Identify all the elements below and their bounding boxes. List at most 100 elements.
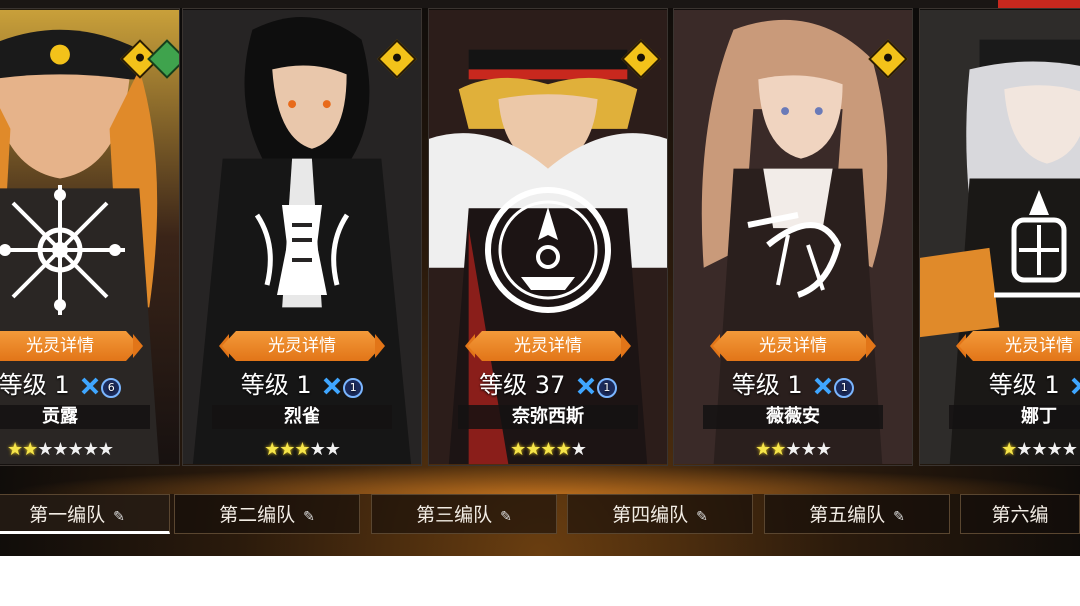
tab-team-2[interactable]: 第二编队 ✎ [174,494,360,534]
character-name: 薇薇安 [703,405,883,429]
level-value: 1 [296,371,312,399]
tab-team-5[interactable]: 第五编队 ✎ [764,494,950,534]
level-display: 等级 1 6 [0,365,179,400]
tab-label: 第六编 [991,504,1049,526]
star-empty-icon: ★ [82,439,99,460]
star-empty-icon: ★ [1031,439,1047,460]
character-card-row: 光灵详情 等级 1 6 贡露 ★★★★★★★ 光灵详情 等级 1 1 烈雀 ★★… [0,8,1080,468]
star-empty-icon: ★ [1061,439,1078,460]
star-empty-icon: ★ [324,439,341,460]
star-filled-icon: ★ [770,439,786,460]
level-display: 等级 1 1 [183,365,421,400]
level-value: 1 [1044,371,1060,399]
faction-emblem-icon [254,205,350,295]
breakthrough-gem-icon: 6 [101,378,122,398]
faction-emblem-icon [485,187,611,313]
rank-x-icon [1071,377,1080,395]
star-filled-icon: ★ [755,439,771,460]
rank-x-icon [81,377,99,395]
level-display: 等级 1 1 [674,365,912,400]
character-card-2[interactable]: 光灵详情 等级 1 1 烈雀 ★★★★★ [182,8,422,466]
level-prefix: 等级 [479,371,528,399]
character-card-3[interactable]: 光灵详情 等级 37 1 奈弥西斯 ★★★★★ [428,8,668,466]
faction-emblem-icon [0,185,125,315]
faction-emblem-icon [747,212,842,298]
rank-x-icon [323,377,341,395]
level-prefix: 等级 [731,371,780,399]
edit-pen-icon[interactable]: ✎ [500,497,512,537]
breakthrough-gem-icon: 1 [596,378,617,398]
star-empty-icon: ★ [1016,439,1032,460]
star-filled-icon: ★ [540,439,556,460]
ember-glow [0,466,1080,494]
level-prefix: 等级 [988,371,1037,399]
star-empty-icon: ★ [785,439,801,460]
star-filled-icon: ★ [525,439,541,460]
edit-pen-icon[interactable]: ✎ [696,497,708,537]
level-prefix: 等级 [240,371,289,399]
right-arrow-icon [133,334,143,358]
character-card-4[interactable]: 光灵详情 等级 1 1 薇薇安 ★★★★★ [673,8,913,466]
edit-pen-icon[interactable]: ✎ [303,497,315,537]
character-name: 娜丁 [949,405,1080,429]
star-empty-icon: ★ [67,439,84,460]
top-strip [0,0,1080,8]
character-name: 烈雀 [212,405,392,429]
team-tabs: 第一编队 ✎ 第二编队 ✎ 第三编队 ✎ 第四编队 ✎ 第五编队 ✎ 第六编 [0,494,1080,538]
star-empty-icon: ★ [1046,439,1063,460]
top-red-accent [998,0,1080,8]
star-filled-icon: ★ [264,439,280,460]
star-rating: ★★★★★ [920,439,1080,460]
edit-pen-icon[interactable]: ✎ [113,497,125,537]
edit-pen-icon[interactable]: ✎ [893,497,905,537]
tab-label: 第五编队 [809,504,886,526]
star-rating: ★★★★★★★ [0,439,179,460]
star-empty-icon: ★ [309,439,326,460]
star-empty-icon: ★ [815,439,832,460]
star-rating: ★★★★★ [674,439,912,460]
faction-emblem-icon [994,190,1080,298]
breakthrough-gem-icon: 1 [834,378,855,398]
level-value: 37 [534,371,566,399]
tab-team-3[interactable]: 第三编队 ✎ [371,494,557,534]
star-filled-icon: ★ [279,439,295,460]
character-detail-button[interactable]: 光灵详情 [713,331,873,361]
tab-team-6[interactable]: 第六编 [960,494,1080,534]
character-name: 奈弥西斯 [458,405,638,429]
star-rating: ★★★★★ [183,439,421,460]
character-detail-button[interactable]: 光灵详情 [0,331,140,361]
tab-label: 第三编队 [416,504,493,526]
level-value: 1 [787,371,803,399]
breakthrough-gem-icon: 1 [343,378,364,398]
tab-team-4[interactable]: 第四编队 ✎ [567,494,753,534]
star-filled-icon: ★ [555,439,572,460]
level-display: 等级 1 [920,365,1080,400]
star-empty-icon: ★ [52,439,68,460]
rank-x-icon [814,377,832,395]
character-detail-button[interactable]: 光灵详情 [468,331,628,361]
character-card-5[interactable]: 光灵详情 等级 1 娜丁 ★★★★★ [919,8,1080,466]
character-card-1[interactable]: 光灵详情 等级 1 6 贡露 ★★★★★★★ [0,8,180,466]
star-rating: ★★★★★ [429,439,667,460]
character-detail-button[interactable]: 光灵详情 [959,331,1080,361]
star-empty-icon: ★ [37,439,53,460]
star-filled-icon: ★ [294,439,310,460]
star-filled-icon: ★ [7,439,23,460]
star-empty-icon: ★ [800,439,817,460]
tab-label: 第四编队 [612,504,689,526]
character-name: 贡露 [0,405,150,429]
star-empty-icon: ★ [570,439,587,460]
level-value: 1 [54,371,70,399]
character-detail-button[interactable]: 光灵详情 [222,331,382,361]
star-filled-icon: ★ [22,439,38,460]
tab-team-1[interactable]: 第一编队 ✎ [0,494,170,534]
team-formation-screen: 光灵详情 等级 1 6 贡露 ★★★★★★★ 光灵详情 等级 1 1 烈雀 ★★… [0,0,1080,556]
star-empty-icon: ★ [97,439,114,460]
level-prefix: 等级 [0,371,47,399]
star-filled-icon: ★ [510,439,526,460]
right-arrow-icon [375,334,385,358]
level-display: 等级 37 1 [429,365,667,400]
star-filled-icon: ★ [1001,439,1017,460]
right-arrow-icon [866,334,876,358]
right-arrow-icon [621,334,631,358]
